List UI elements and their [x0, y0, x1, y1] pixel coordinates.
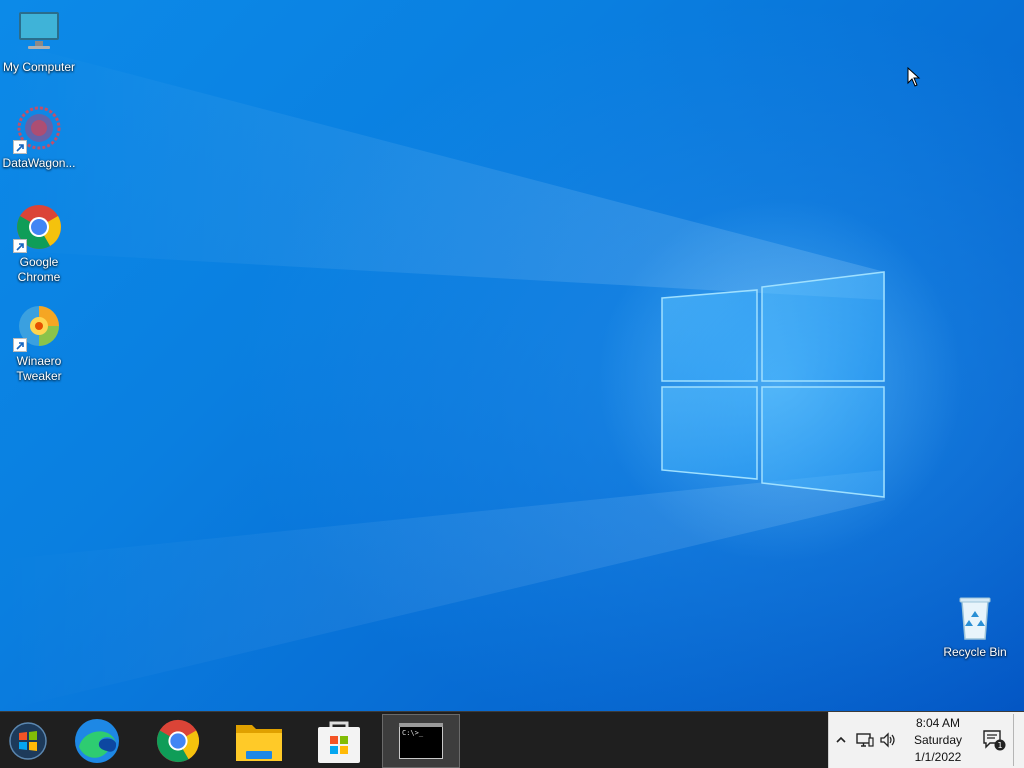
desktop-icon-my-computer[interactable]: My Computer — [0, 8, 78, 75]
shortcut-arrow-icon — [13, 239, 27, 253]
taskbar-clock[interactable]: 8:04 AM Saturday 1/1/2022 — [905, 715, 971, 766]
store-icon — [318, 721, 360, 763]
cmd-icon-text: C:\>_ — [402, 729, 424, 737]
shortcut-arrow-icon — [13, 338, 27, 352]
desktop-icon-label: DataWagon... — [2, 156, 76, 170]
desktop-icon-recycle-bin[interactable]: Recycle Bin — [936, 593, 1014, 660]
notification-center-button[interactable]: 1 — [979, 712, 1009, 768]
datawagon-icon — [13, 104, 63, 154]
wallpaper-windows-logo — [0, 40, 885, 711]
shortcut-arrow-icon — [13, 140, 27, 154]
desktop-icon-label: Google Chrome — [17, 255, 61, 284]
chrome-icon — [13, 203, 63, 253]
notification-count: 1 — [997, 741, 1002, 750]
speaker-icon[interactable] — [877, 712, 899, 768]
clock-day: Saturday — [913, 733, 963, 747]
folder-icon — [236, 725, 282, 761]
desktop-icon-label: Recycle Bin — [943, 645, 1007, 659]
chrome-icon — [156, 719, 200, 763]
edge-icon — [75, 719, 119, 763]
desktop-icon-winaero-tweaker[interactable]: Winaero Tweaker — [0, 302, 78, 384]
desktop-icon-datawagon[interactable]: DataWagon... — [0, 104, 78, 171]
monitor-icon — [15, 8, 63, 56]
clock-date: 1/1/2022 — [914, 750, 962, 764]
clock-time: 8:04 AM — [915, 716, 961, 730]
start-button[interactable] — [0, 714, 56, 768]
winaero-tweaker-icon — [13, 302, 63, 352]
show-desktop-button[interactable] — [1013, 714, 1023, 766]
desktop-icon-label: Winaero Tweaker — [16, 354, 62, 383]
taskbar-command-prompt-button[interactable]: C:\>_ — [382, 714, 460, 768]
system-tray: 8:04 AM Saturday 1/1/2022 1 — [828, 712, 1024, 768]
network-icon[interactable] — [853, 712, 877, 768]
mouse-cursor-icon — [907, 67, 921, 87]
desktop-icon-label: My Computer — [2, 60, 76, 74]
taskbar-edge-button[interactable] — [57, 714, 137, 768]
cmd-icon: C:\>_ — [399, 723, 443, 759]
taskbar: C:\>_ 8:04 AM Saturday 1/1/2022 1 — [0, 711, 1024, 768]
notification-icon: 1 — [983, 730, 1006, 751]
taskbar-store-button[interactable] — [299, 714, 379, 768]
windows-orb-icon — [9, 722, 47, 760]
chevron-up-icon[interactable] — [833, 712, 849, 768]
taskbar-chrome-button[interactable] — [138, 714, 218, 768]
taskbar-file-explorer-button[interactable] — [219, 714, 299, 768]
desktop-icon-google-chrome[interactable]: Google Chrome — [0, 203, 78, 285]
desktop[interactable]: My Computer DataWagon... Google Chrome W… — [0, 0, 1024, 711]
recycle-bin-icon — [951, 593, 999, 641]
